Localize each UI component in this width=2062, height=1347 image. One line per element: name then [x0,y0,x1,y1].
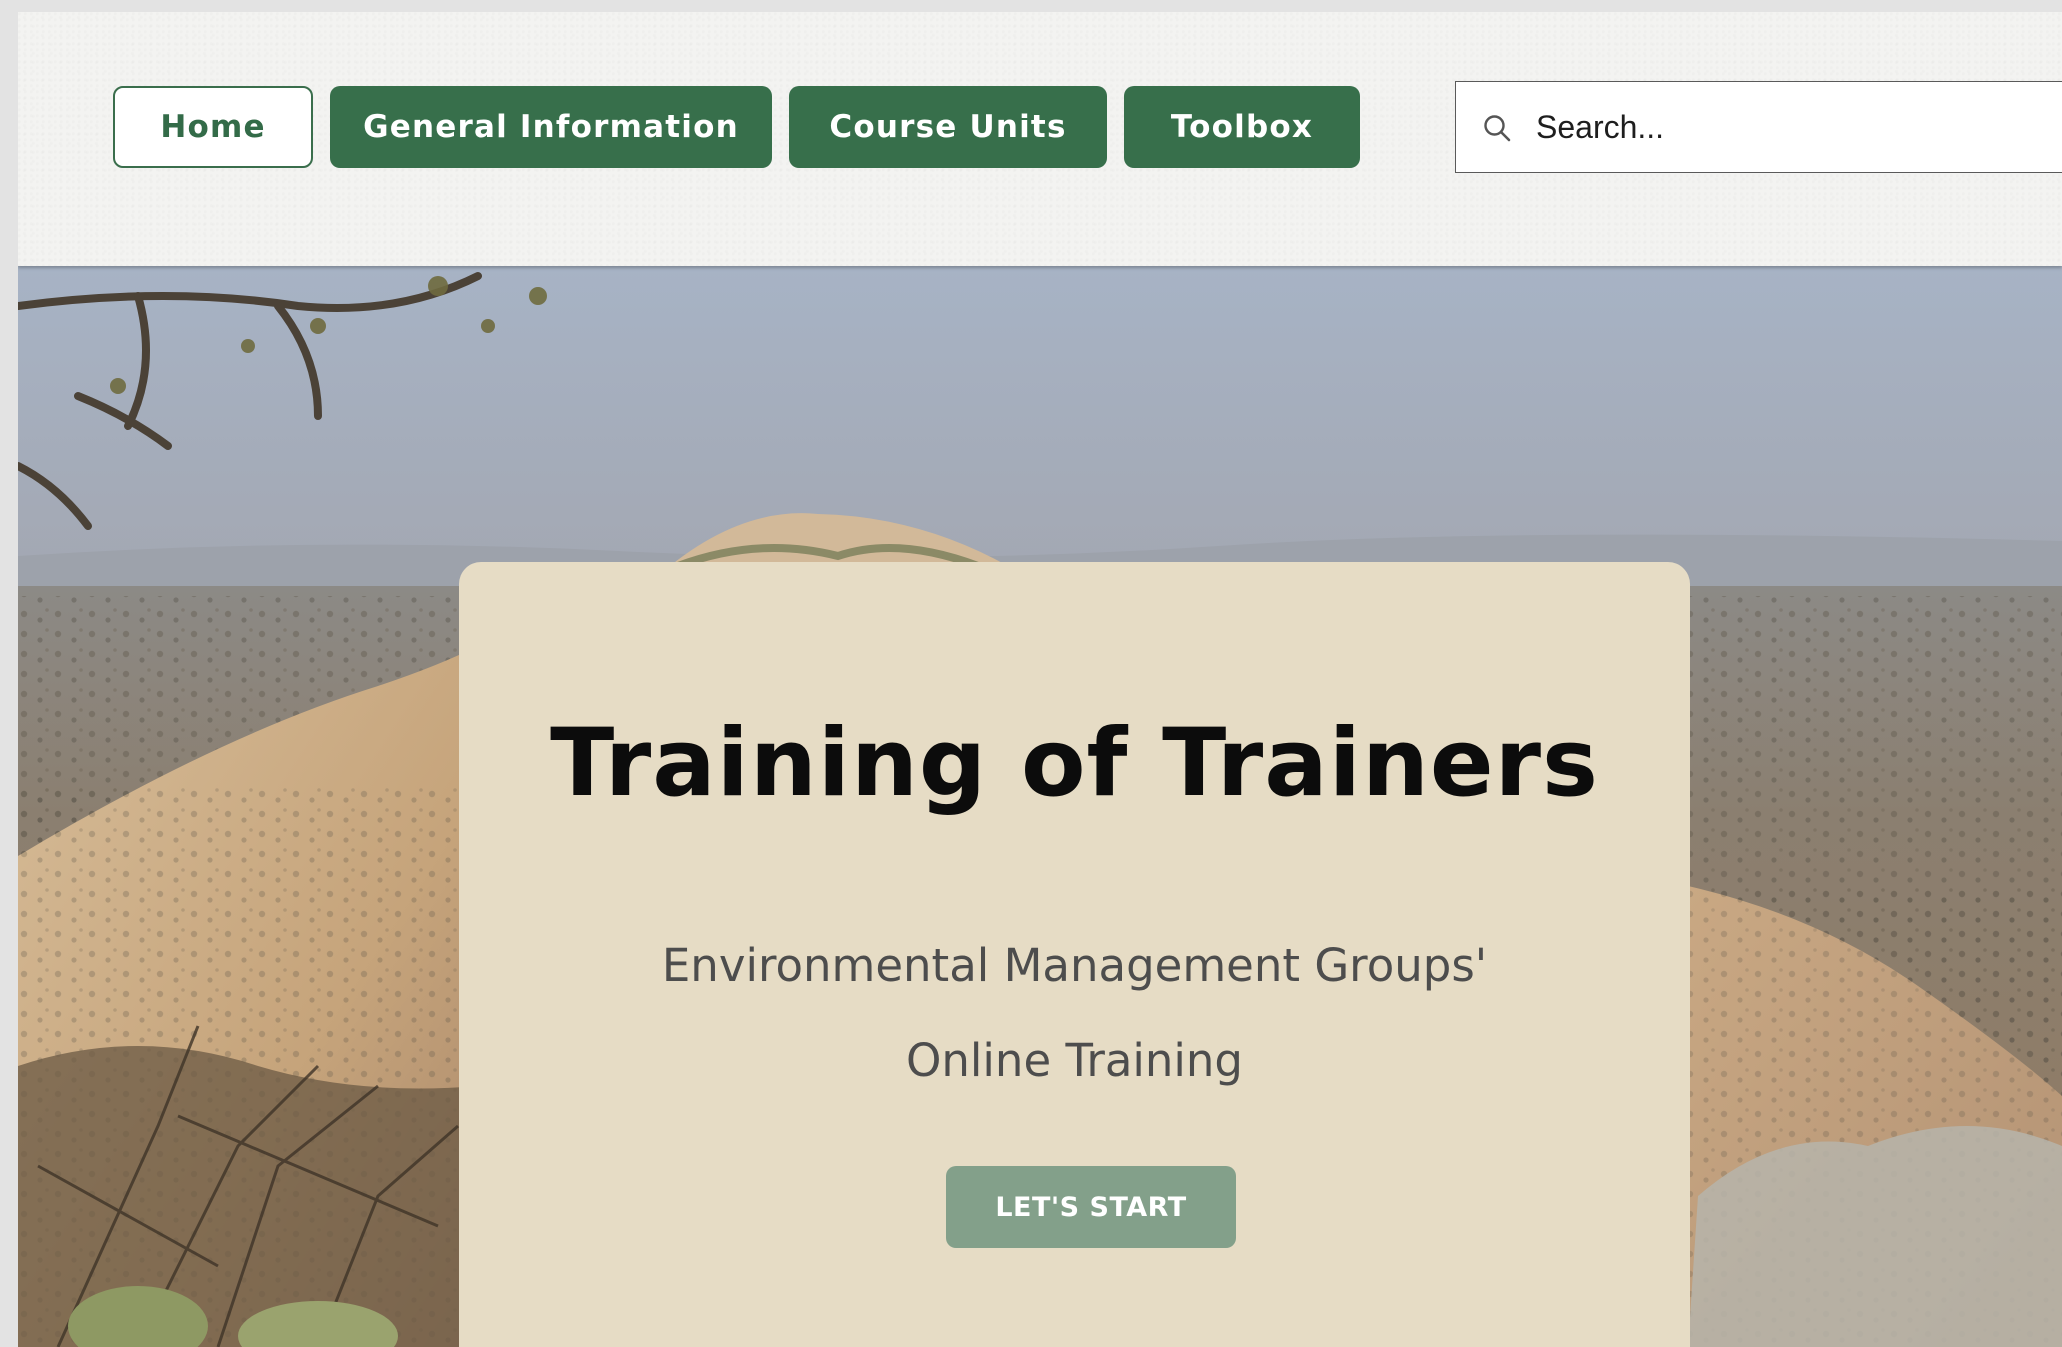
site-header: Home General Information Course Units To… [18,12,2062,266]
hero-title: Training of Trainers [550,709,1599,818]
hero-subtitle-line-1: Environmental Management Groups' [661,939,1488,992]
lets-start-button[interactable]: LET'S START [946,1166,1236,1248]
hero-subtitle: Environmental Management Groups' Online … [459,918,1690,1108]
browser-viewport: Home General Information Course Units To… [18,12,2062,1347]
search-box[interactable] [1455,81,2062,173]
nav-home-button[interactable]: Home [113,86,313,168]
search-icon [1484,115,1511,142]
search-input[interactable] [1534,82,2062,172]
nav-toolbox-button[interactable]: Toolbox [1124,86,1360,168]
nav-general-information-button[interactable]: General Information [330,86,772,168]
hero-subtitle-line-2: Online Training [905,1034,1244,1087]
hero-card: Training of Trainers Environmental Manag… [459,562,1690,1347]
nav-course-units-button[interactable]: Course Units [789,86,1107,168]
